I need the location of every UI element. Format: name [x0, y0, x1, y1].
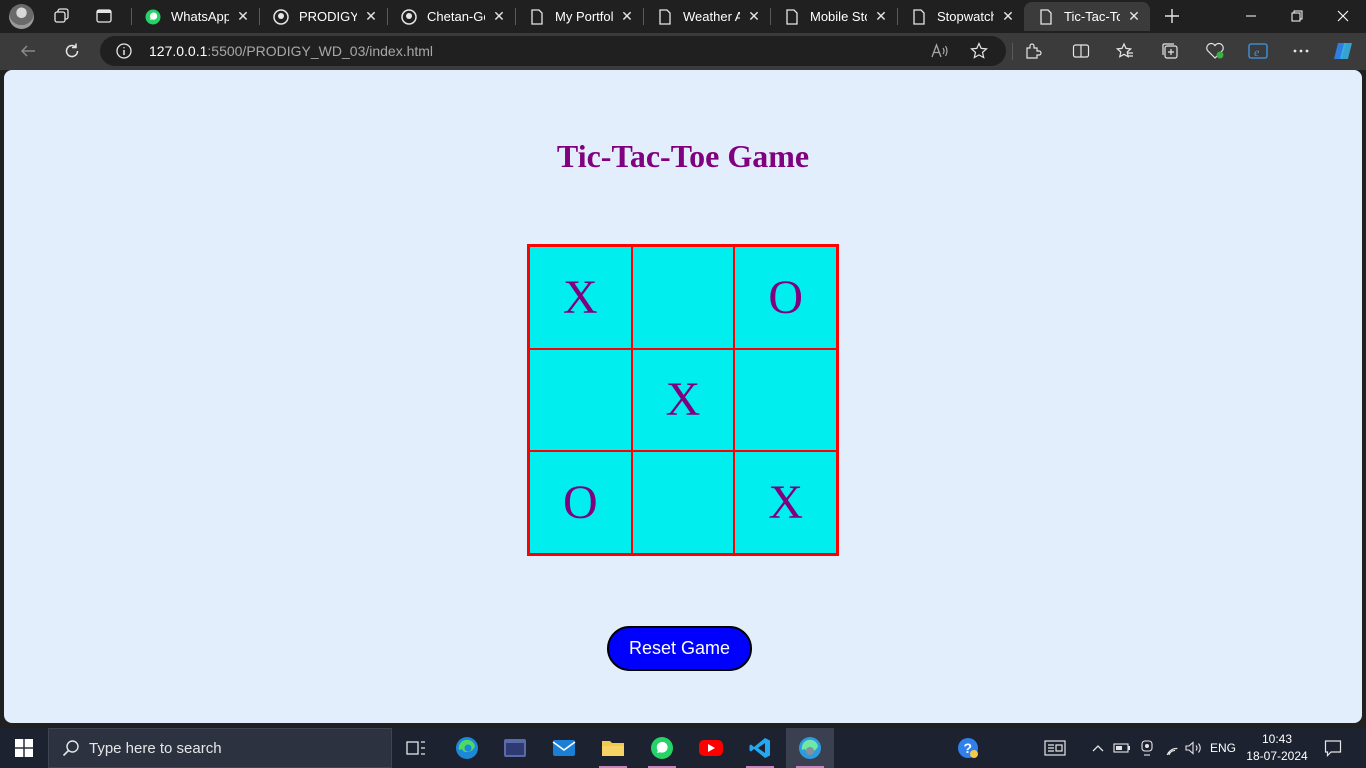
- volume-icon[interactable]: [1184, 728, 1204, 768]
- browser-toolbar: 127.0.0.1:5500/PRODIGY_WD_03/index.html …: [0, 33, 1366, 70]
- chevron-up-icon[interactable]: [1089, 728, 1107, 768]
- news-widget-icon[interactable]: [1040, 728, 1070, 768]
- tab-whatsapp[interactable]: WhatsApp ✕: [131, 2, 259, 31]
- extensions-icon[interactable]: [1022, 40, 1044, 62]
- tab-portfolio[interactable]: My Portfolio ✕: [515, 2, 643, 31]
- page-icon: [657, 8, 673, 25]
- board-cell[interactable]: [734, 348, 837, 452]
- tab-title: Tic-Tac-Toe: [1064, 9, 1120, 24]
- mail-icon[interactable]: [540, 728, 588, 768]
- board-cell[interactable]: [631, 451, 735, 554]
- tab-title: WhatsApp: [171, 9, 229, 24]
- edge-taskbar-icon[interactable]: [443, 728, 491, 768]
- system-clock[interactable]: 10:43 18-07-2024: [1246, 731, 1308, 765]
- favorites-icon[interactable]: [1114, 40, 1136, 62]
- windows-start-icon[interactable]: [0, 728, 48, 768]
- address-bar[interactable]: 127.0.0.1:5500/PRODIGY_WD_03/index.html: [100, 36, 1006, 66]
- back-icon[interactable]: [15, 39, 41, 63]
- battery-icon[interactable]: [1112, 728, 1132, 768]
- whatsapp-icon: [145, 9, 161, 25]
- clock-date: 18-07-2024: [1246, 749, 1308, 763]
- wifi-icon[interactable]: [1161, 728, 1183, 768]
- clock-time: 10:43: [1261, 732, 1293, 746]
- tab-stopwatch[interactable]: Stopwatch ✕: [897, 2, 1024, 31]
- tab-title: Stopwatch: [937, 9, 994, 24]
- terminal-app-icon[interactable]: [491, 728, 539, 768]
- page-icon: [911, 8, 927, 25]
- youtube-icon[interactable]: [687, 728, 735, 768]
- close-tab-icon[interactable]: ✕: [235, 8, 251, 25]
- tab-prodigy[interactable]: PRODIGY_W ✕: [259, 2, 387, 31]
- close-tab-icon[interactable]: ✕: [1126, 8, 1142, 25]
- tab-actions-icon[interactable]: [92, 5, 116, 27]
- search-icon: [61, 738, 81, 758]
- site-info-icon[interactable]: [116, 43, 132, 59]
- close-tab-icon[interactable]: ✕: [1000, 8, 1016, 25]
- close-window-icon[interactable]: [1320, 0, 1366, 32]
- tab-title: Mobile Stor: [810, 9, 867, 24]
- tab-title: My Portfolio: [555, 9, 613, 24]
- close-tab-icon[interactable]: ✕: [619, 8, 635, 25]
- restore-icon[interactable]: [1274, 0, 1320, 32]
- taskbar-search[interactable]: Type here to search: [48, 728, 392, 768]
- task-view-icon[interactable]: [392, 728, 440, 768]
- workspaces-icon[interactable]: [50, 5, 74, 27]
- board-cell[interactable]: X: [631, 348, 735, 452]
- tab-strip: WhatsApp ✕ PRODIGY_W ✕ Chetan-Go ✕ My Po…: [0, 0, 1366, 33]
- page-icon: [1038, 8, 1054, 25]
- tab-title: Weather Ap: [683, 9, 740, 24]
- profile-avatar[interactable]: [9, 4, 34, 29]
- browser-essentials-icon[interactable]: [1204, 40, 1226, 62]
- tab-chetan[interactable]: Chetan-Go ✕: [387, 2, 515, 31]
- notifications-icon[interactable]: [1320, 728, 1346, 768]
- tab-mobile-store[interactable]: Mobile Stor ✕: [770, 2, 897, 31]
- game-board: X O X O X: [527, 244, 839, 556]
- url-path: :5500/PRODIGY_WD_03/index.html: [207, 43, 434, 59]
- page-viewport: Tic-Tac-Toe Game X O X O X Reset Game: [4, 70, 1362, 723]
- search-placeholder: Type here to search: [89, 739, 222, 757]
- collections-icon[interactable]: [1159, 40, 1181, 62]
- page-title: Tic-Tac-Toe Game: [556, 138, 810, 174]
- taskbar: Type here to search ? ENG 10:43 18-07-20…: [0, 728, 1366, 768]
- github-icon: [273, 8, 289, 25]
- page-icon: [784, 8, 800, 25]
- camera-privacy-icon[interactable]: [1137, 728, 1157, 768]
- language-indicator[interactable]: ENG: [1208, 728, 1238, 768]
- tab-title: PRODIGY_W: [299, 9, 357, 24]
- close-tab-icon[interactable]: ✕: [873, 8, 889, 25]
- board-cell[interactable]: O: [734, 246, 837, 349]
- internet-explorer-mode-icon[interactable]: e: [1247, 40, 1269, 62]
- board-cell[interactable]: [631, 246, 735, 349]
- svg-text:e: e: [1254, 45, 1260, 59]
- url-text[interactable]: 127.0.0.1:5500/PRODIGY_WD_03/index.html: [149, 43, 433, 59]
- whatsapp-taskbar-icon[interactable]: [638, 728, 686, 768]
- refresh-icon[interactable]: [59, 39, 85, 63]
- board-cell[interactable]: [529, 348, 632, 452]
- read-aloud-icon[interactable]: [930, 41, 950, 61]
- tab-title: Chetan-Go: [427, 9, 485, 24]
- board-cell[interactable]: O: [529, 451, 632, 554]
- minimize-icon[interactable]: [1228, 0, 1274, 32]
- board-cell[interactable]: X: [734, 451, 837, 554]
- help-icon[interactable]: ?: [954, 728, 982, 768]
- edge-dev-taskbar-icon[interactable]: [786, 728, 834, 768]
- split-screen-icon[interactable]: [1070, 40, 1092, 62]
- close-tab-icon[interactable]: ✕: [491, 8, 507, 25]
- reset-game-button[interactable]: Reset Game: [607, 626, 752, 671]
- tab-tic-tac-toe[interactable]: Tic-Tac-Toe ✕: [1024, 2, 1150, 31]
- close-tab-icon[interactable]: ✕: [746, 8, 762, 25]
- copilot-icon[interactable]: [1332, 40, 1354, 62]
- board-cell[interactable]: X: [529, 246, 632, 349]
- github-icon: [401, 8, 417, 25]
- new-tab-icon[interactable]: [1160, 5, 1184, 27]
- tab-weather[interactable]: Weather Ap ✕: [643, 2, 770, 31]
- close-tab-icon[interactable]: ✕: [363, 8, 379, 25]
- url-host: 127.0.0.1: [149, 43, 208, 59]
- more-options-icon[interactable]: [1290, 40, 1312, 62]
- file-explorer-icon[interactable]: [589, 728, 637, 768]
- page-icon: [529, 8, 545, 25]
- favorite-star-icon[interactable]: [969, 41, 989, 61]
- vscode-icon[interactable]: [736, 728, 784, 768]
